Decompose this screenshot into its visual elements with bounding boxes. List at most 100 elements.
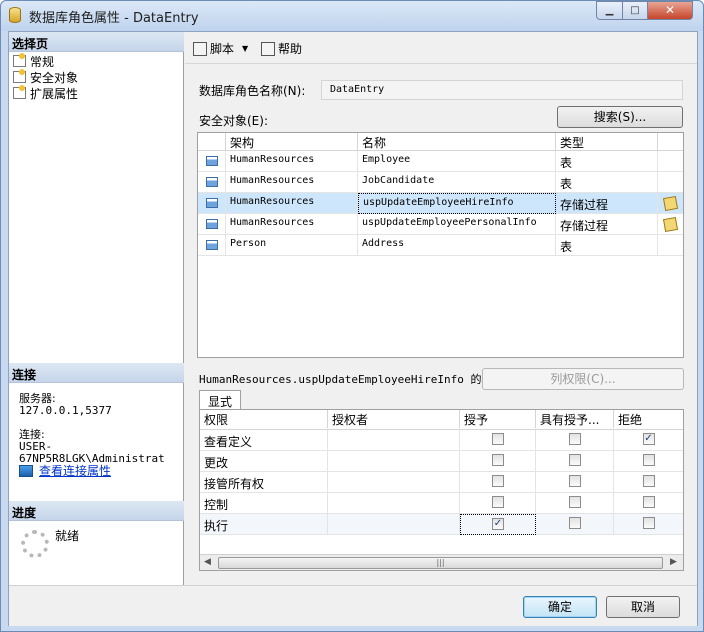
- with-grant-checkbox[interactable]: [568, 454, 581, 466]
- dialog-client-area: 选择页 常规 安全对象 扩展属性 连接 服务器: 127.0.0.1,5377 …: [8, 31, 698, 626]
- script-label: 脚本: [210, 42, 235, 56]
- table-row-selected[interactable]: HumanResources uspUpdateEmployeeHireInfo…: [198, 193, 683, 214]
- deny-checkbox[interactable]: [642, 475, 655, 487]
- permission-row[interactable]: 控制: [200, 493, 683, 514]
- table-row[interactable]: HumanResources JobCandidate 表: [198, 172, 683, 193]
- maximize-button[interactable]: □: [622, 1, 648, 20]
- database-icon: [9, 7, 21, 23]
- help-button[interactable]: 帮助: [261, 40, 302, 57]
- schema-cell: HumanResources: [226, 193, 358, 214]
- dialog-button-bar: 确定 取消: [9, 585, 697, 626]
- page-item-securables[interactable]: 安全对象: [13, 69, 78, 85]
- column-header-grant[interactable]: 授予: [460, 410, 536, 428]
- edit-icon[interactable]: [662, 195, 679, 212]
- page-item-general[interactable]: 常规: [13, 53, 54, 69]
- column-header-name[interactable]: 名称: [358, 133, 556, 151]
- search-button[interactable]: 搜索(S)...: [557, 106, 683, 128]
- role-name-field[interactable]: DataEntry: [321, 80, 683, 100]
- left-pane: 选择页 常规 安全对象 扩展属性 连接 服务器: 127.0.0.1,5377 …: [9, 32, 184, 585]
- grantor-cell: [328, 472, 460, 493]
- scrollbar-thumb[interactable]: |||: [218, 557, 663, 569]
- table-row[interactable]: Person Address 表: [198, 235, 683, 256]
- grant-checkbox[interactable]: [491, 454, 504, 466]
- grant-checkbox[interactable]: [491, 496, 504, 508]
- table-row[interactable]: HumanResources uspUpdateEmployeePersonal…: [198, 214, 683, 235]
- column-header-schema[interactable]: 架构: [226, 133, 358, 151]
- column-header-permission[interactable]: 权限: [200, 410, 328, 428]
- permission-row[interactable]: 查看定义: [200, 430, 683, 451]
- page-item-extended-properties[interactable]: 扩展属性: [13, 85, 78, 101]
- progress-spinner-icon: [21, 530, 49, 558]
- close-button[interactable]: ✕: [647, 1, 693, 20]
- securables-grid-header: 架构 名称 类型: [198, 133, 683, 151]
- page-icon: [13, 69, 26, 83]
- scroll-right-icon[interactable]: ▶: [670, 557, 677, 567]
- ok-button[interactable]: 确定: [523, 596, 597, 618]
- name-cell: Address: [358, 235, 556, 256]
- page-icon: [13, 53, 26, 67]
- script-icon: [193, 41, 207, 56]
- cancel-button[interactable]: 取消: [606, 596, 680, 618]
- type-cell: 存储过程: [556, 193, 658, 214]
- permission-row[interactable]: 接管所有权: [200, 472, 683, 493]
- column-header-icon: [198, 133, 226, 151]
- toolbar: 脚本 ▼ 帮助: [185, 32, 697, 64]
- type-cell: 表: [556, 235, 658, 256]
- grant-checkbox[interactable]: [491, 475, 504, 487]
- securables-grid: 架构 名称 类型 HumanResources Employee 表 Human…: [197, 132, 684, 358]
- select-page-header: 选择页: [9, 32, 184, 52]
- right-pane: 脚本 ▼ 帮助 数据库角色名称(N): DataEntry 安全对象(E): 搜…: [185, 32, 697, 585]
- stored-procedure-icon: [205, 219, 218, 229]
- tab-explicit[interactable]: 显式: [199, 390, 242, 410]
- with-grant-checkbox[interactable]: [568, 517, 581, 529]
- view-connection-properties-label: 查看连接属性: [39, 464, 112, 478]
- column-header-type[interactable]: 类型: [556, 133, 658, 151]
- edit-icon[interactable]: [662, 216, 679, 233]
- with-grant-checkbox[interactable]: [568, 475, 581, 487]
- permission-name-cell: 查看定义: [200, 430, 328, 451]
- table-row[interactable]: HumanResources Employee 表: [198, 151, 683, 172]
- permissions-grid-header: 权限 授权者 授予 具有授予... 拒绝: [200, 410, 683, 430]
- connection-header: 连接: [9, 363, 184, 383]
- permission-row-selected[interactable]: 执行: [200, 514, 683, 535]
- column-header-with-grant[interactable]: 具有授予...: [536, 410, 614, 428]
- securables-label: 安全对象(E):: [199, 114, 268, 128]
- schema-cell: HumanResources: [226, 214, 358, 235]
- column-header-grantor[interactable]: 授权者: [328, 410, 460, 428]
- server-value: 127.0.0.1,5377: [19, 404, 112, 417]
- deny-checkbox[interactable]: [642, 454, 655, 466]
- chevron-down-icon[interactable]: ▼: [242, 44, 248, 53]
- schema-cell: HumanResources: [226, 172, 358, 193]
- grant-checkbox[interactable]: [491, 433, 504, 445]
- dialog-window: 数据库角色属性 - DataEntry ▁ □ ✕ 选择页 常规 安全对象 扩展…: [0, 0, 704, 632]
- progress-header: 进度: [9, 501, 184, 521]
- title-bar[interactable]: 数据库角色属性 - DataEntry ▁ □ ✕: [1, 1, 703, 31]
- table-icon: [205, 156, 218, 166]
- permission-row[interactable]: 更改: [200, 451, 683, 472]
- name-cell: Employee: [358, 151, 556, 172]
- column-permissions-button[interactable]: 列权限(C)...: [482, 368, 684, 390]
- permissions-grid: 权限 授权者 授予 具有授予... 拒绝 查看定义 更改: [199, 409, 684, 571]
- scroll-left-icon[interactable]: ◀: [204, 557, 211, 567]
- deny-checkbox[interactable]: [642, 433, 655, 445]
- role-name-label: 数据库角色名称(N):: [199, 84, 306, 98]
- with-grant-checkbox[interactable]: [568, 496, 581, 508]
- minimize-button[interactable]: ▁: [596, 1, 623, 20]
- permission-name-cell: 控制: [200, 493, 328, 514]
- page-item-label: 常规: [30, 54, 55, 69]
- grant-checkbox[interactable]: [492, 518, 504, 530]
- table-icon: [205, 177, 218, 187]
- view-connection-properties-link[interactable]: 查看连接属性: [19, 462, 111, 479]
- deny-checkbox[interactable]: [642, 517, 655, 529]
- name-cell: uspUpdateEmployeePersonalInfo: [358, 214, 556, 235]
- with-grant-checkbox[interactable]: [568, 433, 581, 445]
- column-header-deny[interactable]: 拒绝: [614, 410, 683, 428]
- window-title: 数据库角色属性 - DataEntry: [29, 11, 199, 26]
- script-button[interactable]: 脚本 ▼: [193, 40, 248, 57]
- help-label: 帮助: [278, 42, 303, 56]
- horizontal-scrollbar[interactable]: ◀ ||| ▶: [200, 554, 683, 570]
- deny-checkbox[interactable]: [642, 496, 655, 508]
- permission-name-cell: 更改: [200, 451, 328, 472]
- column-header-edit: [658, 133, 683, 151]
- page-item-label: 扩展属性: [30, 86, 79, 101]
